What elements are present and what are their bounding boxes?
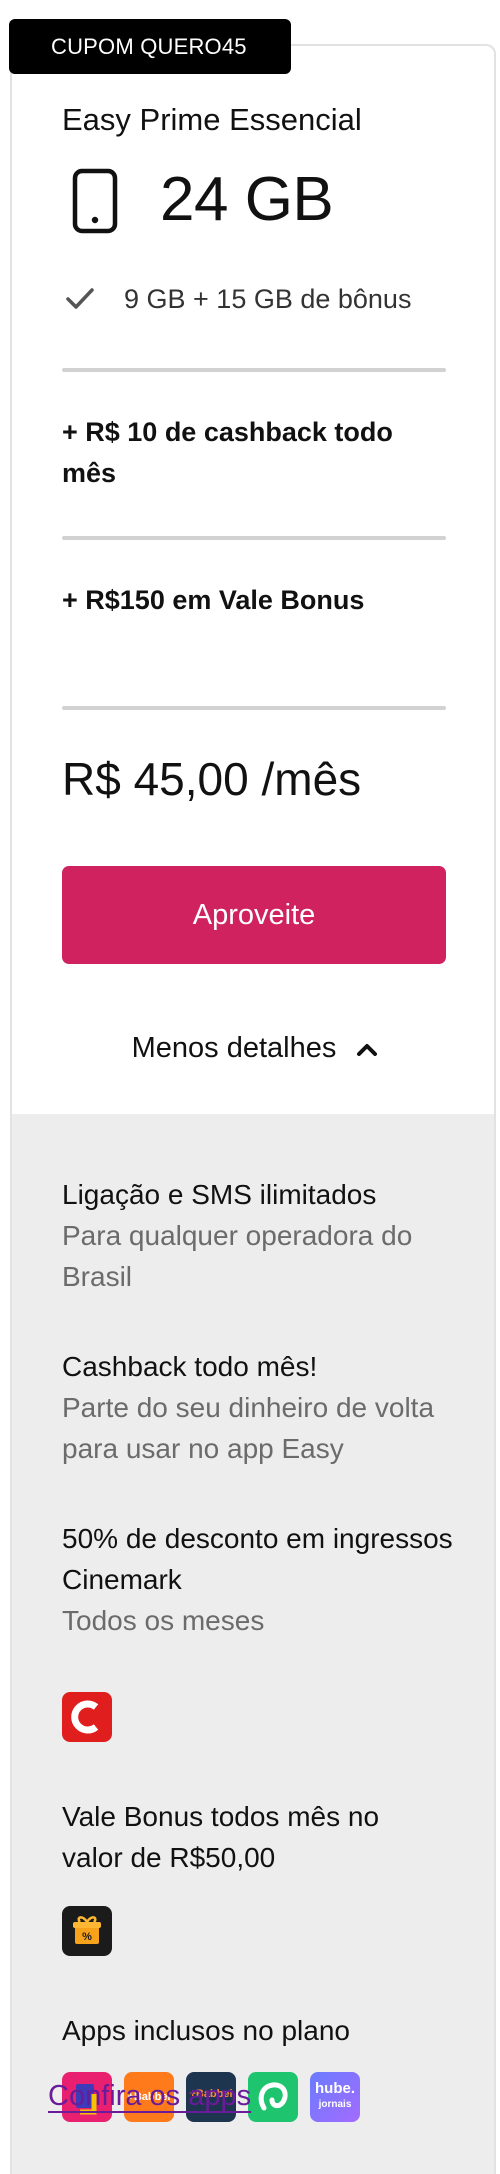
divider — [62, 706, 446, 710]
chevron-up-icon — [357, 1044, 378, 1057]
plan-name: Easy Prime Essencial — [62, 102, 362, 137]
coupon-badge: CUPOM QUERO45 — [9, 19, 291, 74]
bonus-data-breakdown: 9 GB + 15 GB de bônus — [124, 284, 412, 314]
jornais-label: jornais — [318, 2099, 352, 2110]
vale-bonus-title: Vale Bonus todos mês no valor de R$50,00 — [62, 1801, 380, 1873]
data-amount: 24 GB — [160, 165, 334, 234]
less-details-toggle[interactable]: Menos detalhes — [12, 1032, 494, 1065]
less-details-label: Menos detalhes — [131, 1032, 337, 1064]
perk-cashback: + R$ 10 de cashback todo mês — [62, 417, 393, 488]
calls-title: Ligação e SMS ilimitados — [62, 1179, 377, 1210]
hube-jornais-app-icon[interactable]: hube. jornais — [310, 2072, 360, 2122]
confira-apps-link[interactable]: Confira os apps — [48, 2080, 251, 2113]
divider — [62, 536, 446, 540]
price: R$ 45,00 /mês — [62, 753, 362, 805]
cinemark-title: 50% de desconto em ingressos Cinemark — [62, 1523, 453, 1595]
plan-card: Easy Prime Essencial 24 GB 9 GB + 15 GB … — [10, 44, 496, 2174]
perk-vale-bonus: + R$150 em Vale Bonus — [62, 585, 365, 615]
smartphone-icon — [72, 168, 118, 234]
aproveite-button[interactable]: Aproveite — [62, 866, 446, 964]
plan-details-panel: Ligação e SMS ilimitados Para qualquer o… — [12, 1114, 494, 2174]
cinemark-subtitle: Todos os meses — [62, 1605, 265, 1636]
cashback-title: Cashback todo mês! — [62, 1351, 318, 1382]
check-icon — [66, 288, 94, 309]
divider — [62, 368, 446, 372]
pet-app-icon[interactable] — [248, 2072, 298, 2122]
svg-text:%: % — [82, 1931, 92, 1943]
cinemark-icon — [62, 1692, 112, 1742]
gift-box-icon: % — [62, 1906, 112, 1956]
calls-subtitle: Para qualquer operadora do Brasil — [62, 1220, 413, 1292]
hube-label: hube. — [315, 2080, 355, 2097]
cashback-subtitle: Parte do seu dinheiro de volta para usar… — [62, 1392, 435, 1464]
apps-title: Apps inclusos no plano — [62, 2015, 350, 2046]
